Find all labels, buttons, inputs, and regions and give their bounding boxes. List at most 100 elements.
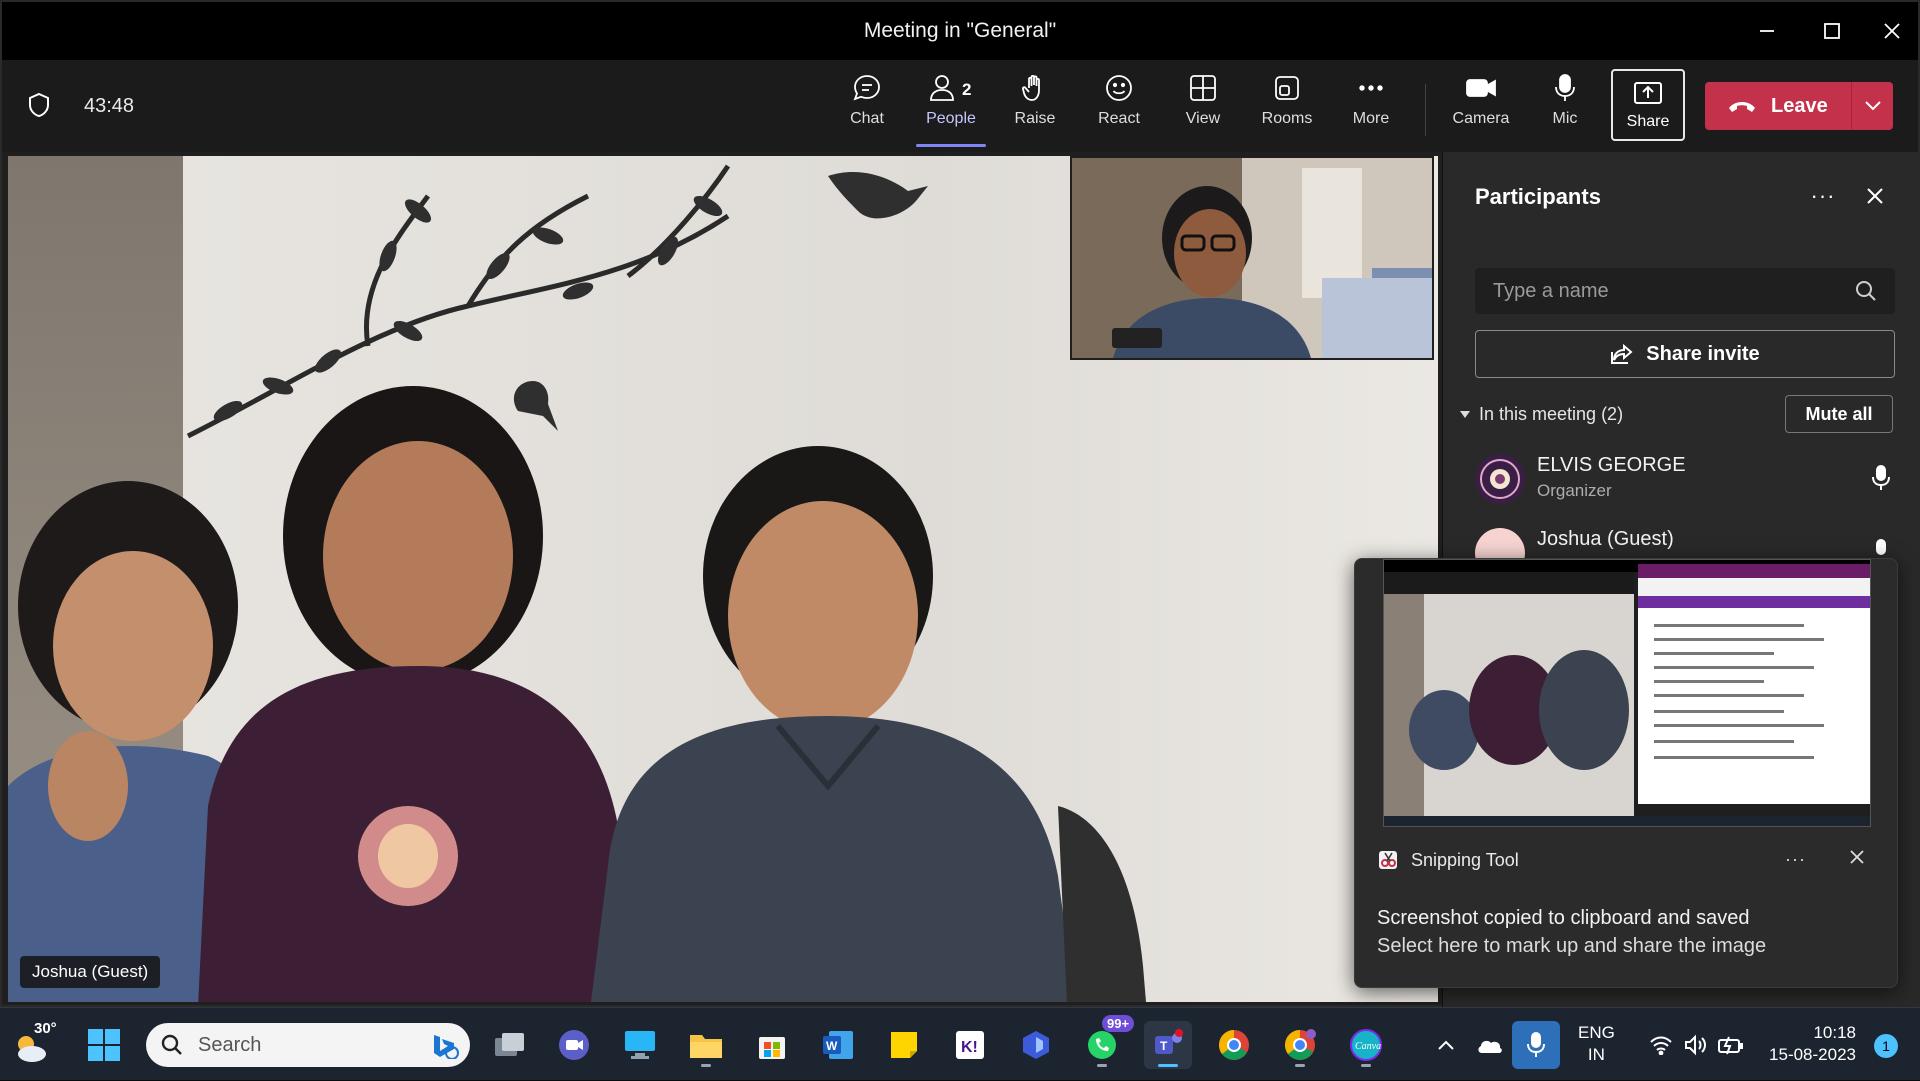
search-icon <box>161 1034 182 1055</box>
remote-desktop-taskbar-button[interactable] <box>616 1021 664 1069</box>
mute-all-button[interactable]: Mute all <box>1785 395 1893 433</box>
maximize-icon <box>1824 23 1840 39</box>
camera-icon <box>1466 79 1496 97</box>
chrome-icon <box>1219 1030 1249 1060</box>
people-label: People <box>926 110 976 127</box>
share-screen-button[interactable]: Share <box>1611 69 1685 141</box>
voice-typing-button[interactable] <box>1512 1021 1560 1069</box>
clock-date: 15-08-2023 <box>1769 1045 1856 1064</box>
monitor-icon <box>625 1031 655 1059</box>
people-button[interactable]: 2 People <box>912 72 990 147</box>
sticky-note-icon <box>891 1032 917 1058</box>
quick-settings-button[interactable] <box>1642 1021 1752 1069</box>
window-title: Meeting in "General" <box>863 19 1057 42</box>
minimize-button[interactable] <box>1737 2 1797 60</box>
share-tray-icon <box>1634 82 1662 104</box>
taskbar-search-box[interactable]: Search <box>146 1023 470 1067</box>
toast-hint: Select here to mark up and share the ima… <box>1377 935 1767 957</box>
view-button[interactable]: View <box>1164 72 1242 142</box>
svg-text:Canva: Canva <box>1355 1041 1381 1052</box>
video-chat-icon <box>559 1030 589 1060</box>
hang-up-icon <box>1729 102 1755 112</box>
section-label: In this meeting (2) <box>1479 404 1624 424</box>
language-region: IN <box>1587 1045 1605 1064</box>
panel-more-options-button[interactable]: ··· <box>1803 178 1843 214</box>
rooms-button[interactable]: Rooms <box>1248 72 1326 142</box>
input-language-indicator[interactable]: ENG IN <box>1578 1022 1615 1066</box>
windows-taskbar: 30° Search W K! 99+ T Canva ENG IN 10:18… <box>0 1007 1920 1080</box>
close-icon[interactable] <box>1849 849 1865 865</box>
running-indicator <box>1361 1064 1371 1067</box>
search-icon[interactable] <box>1855 280 1877 302</box>
chevron-down-icon <box>1864 101 1881 111</box>
microsoft-store-taskbar-button[interactable] <box>748 1021 796 1069</box>
kahoot-taskbar-button[interactable]: K! <box>946 1021 994 1069</box>
whatsapp-taskbar-button[interactable]: 99+ <box>1078 1015 1135 1069</box>
language-code: ENG <box>1578 1023 1615 1042</box>
raise-hand-button[interactable]: Raise <box>996 72 1074 142</box>
toast-message: Screenshot copied to clipboard and saved <box>1377 907 1750 929</box>
windows-logo-icon <box>88 1029 120 1061</box>
teams-taskbar-button[interactable]: T <box>1144 1021 1192 1069</box>
onedrive-button[interactable] <box>1466 1021 1514 1069</box>
participant-role: Organizer <box>1537 481 1612 500</box>
leave-options-button[interactable] <box>1852 100 1893 112</box>
notification-center-badge[interactable]: 1 <box>1874 1034 1898 1058</box>
rooms-label: Rooms <box>1261 110 1313 127</box>
toast-app-name: Snipping Tool <box>1411 849 1519 870</box>
share-invite-label: Share invite <box>1646 342 1760 365</box>
share-label: Share <box>1626 113 1670 130</box>
maximize-button[interactable] <box>1802 2 1862 60</box>
leave-button[interactable]: Leave <box>1705 82 1893 130</box>
snipping-tool-notification[interactable]: Snipping Tool ··· Screenshot copied to c… <box>1354 558 1898 988</box>
running-indicator <box>1295 1064 1305 1067</box>
task-view-icon <box>495 1033 524 1056</box>
chat-icon <box>853 75 880 101</box>
shield-icon[interactable] <box>28 92 50 118</box>
microphone-icon <box>1872 465 1890 490</box>
panel-close-button[interactable] <box>1855 178 1895 214</box>
in-meeting-section-toggle[interactable]: In this meeting (2) <box>1459 404 1623 425</box>
toast-more-options-button[interactable]: ··· <box>1785 849 1806 870</box>
word-taskbar-button[interactable]: W <box>814 1021 862 1069</box>
task-view-button[interactable] <box>486 1021 534 1069</box>
organizer-avatar-logo <box>1475 454 1525 504</box>
sticky-notes-taskbar-button[interactable] <box>880 1021 928 1069</box>
hexagon-app-icon <box>1023 1031 1049 1059</box>
start-button[interactable] <box>80 1021 128 1069</box>
camera-button[interactable]: Camera <box>1442 72 1520 142</box>
weather-temperature: 30° <box>34 1020 57 1037</box>
chat-button[interactable]: Chat <box>828 72 906 142</box>
chrome-profile-taskbar-button[interactable] <box>1276 1021 1324 1069</box>
more-button[interactable]: More <box>1332 72 1410 142</box>
toolbar-divider <box>1425 84 1426 136</box>
raise-hand-icon <box>1022 74 1040 101</box>
meeting-timer: 43:48 <box>84 95 135 117</box>
taskbar-clock[interactable]: 10:18 15-08-2023 <box>1746 1022 1856 1066</box>
teams-meeting-window: Meeting in "General" 43:48 Chat 2 People… <box>0 0 1920 1007</box>
teams-chat-taskbar-button[interactable] <box>550 1021 598 1069</box>
chat-label: Chat <box>850 110 884 127</box>
grid-view-icon <box>1190 75 1216 101</box>
chrome-taskbar-button[interactable] <box>1210 1021 1258 1069</box>
leave-main-action[interactable]: Leave <box>1705 82 1851 130</box>
self-video-preview[interactable] <box>1070 156 1434 360</box>
react-button[interactable]: React <box>1080 72 1158 142</box>
close-window-button[interactable] <box>1862 2 1920 60</box>
caret-down-icon <box>1460 410 1470 418</box>
speaker-name-tag: Joshua (Guest) <box>20 956 161 988</box>
power-automate-taskbar-button[interactable] <box>1012 1021 1060 1069</box>
mic-label: Mic <box>1552 110 1578 127</box>
file-explorer-taskbar-button[interactable] <box>682 1021 730 1069</box>
participant-search-input[interactable] <box>1475 268 1835 314</box>
weather-widget[interactable]: 30° <box>12 1020 62 1068</box>
canva-taskbar-button[interactable]: Canva <box>1342 1021 1390 1069</box>
screenshot-thumbnail <box>1383 559 1871 827</box>
mic-button[interactable]: Mic <box>1526 72 1604 142</box>
share-invite-button[interactable]: Share invite <box>1475 330 1895 378</box>
participant-row[interactable]: ELVIS GEORGE Organizer <box>1475 448 1895 512</box>
microphone-icon <box>1527 1032 1545 1057</box>
show-hidden-icons-button[interactable] <box>1422 1021 1470 1069</box>
chrome-icon <box>1285 1029 1316 1060</box>
people-icon <box>930 75 954 101</box>
